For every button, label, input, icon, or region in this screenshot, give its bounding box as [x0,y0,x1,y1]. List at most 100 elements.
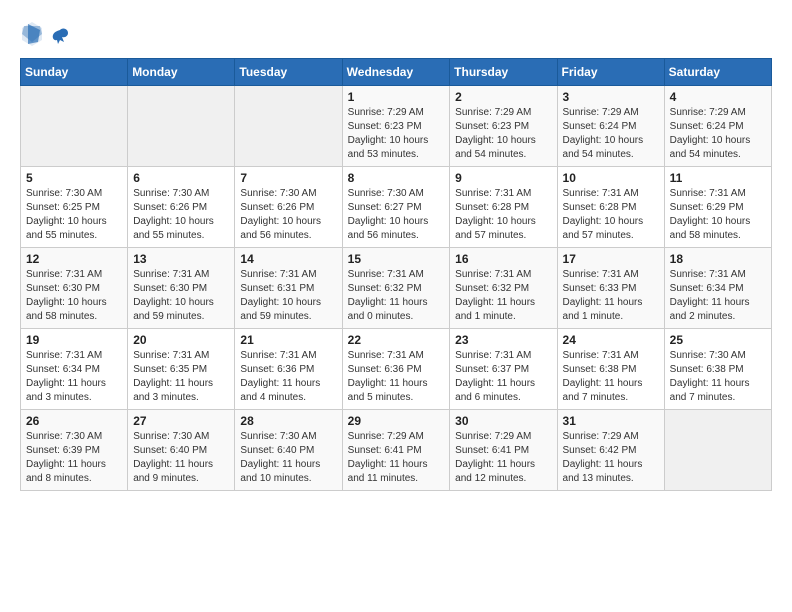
day-number: 12 [26,252,122,266]
day-number: 23 [455,333,551,347]
calendar-cell: 12 Sunrise: 7:31 AM Sunset: 6:30 PM Dayli… [21,248,128,329]
day-info: Sunrise: 7:31 AM Sunset: 6:28 PM Dayligh… [455,187,551,243]
calendar-cell: 2Sunrise: 7:29 AM Sunset: 6:23 PM Daylig… [450,86,557,167]
day-number: 20 [133,333,229,347]
day-number: 4 [670,90,766,104]
day-info: Sunrise: 7:30 AM Sunset: 6:40 PM Dayligh… [133,430,229,486]
day-info: Sunrise: 7:29 AM Sunset: 6:24 PM Dayligh… [563,106,659,162]
day-number: 29 [348,414,445,428]
day-info: Sunrise: 7:31 AM Sunset: 6:37 PM Dayligh… [455,349,551,405]
calendar-cell: 31 Sunrise: 7:29 AM Sunset: 6:42 PM Dayli… [557,410,664,491]
page-header [20,20,772,48]
day-info: Sunrise: 7:31 AM Sunset: 6:34 PM Dayligh… [26,349,122,405]
calendar-cell: 18Sunrise: 7:31 AM Sunset: 6:34 PM Dayli… [664,248,771,329]
week-row-4: 19 Sunrise: 7:31 AM Sunset: 6:34 PM Dayli… [21,329,772,410]
day-number: 19 [26,333,122,347]
calendar-cell: 28 Sunrise: 7:30 AM Sunset: 6:40 PM Dayli… [235,410,342,491]
day-info: Sunrise: 7:31 AM Sunset: 6:30 PM Dayligh… [133,268,229,324]
day-number: 14 [240,252,336,266]
day-number: 24 [563,333,659,347]
calendar-cell: 26 Sunrise: 7:30 AM Sunset: 6:39 PM Dayli… [21,410,128,491]
calendar-cell [21,86,128,167]
calendar-cell: 9 Sunrise: 7:31 AM Sunset: 6:28 PM Daylig… [450,167,557,248]
day-info: Sunrise: 7:30 AM Sunset: 6:39 PM Dayligh… [26,430,122,486]
day-info: Sunrise: 7:31 AM Sunset: 6:32 PM Dayligh… [455,268,551,324]
day-number: 18 [670,252,766,266]
weekday-header-thursday: Thursday [450,59,557,86]
day-info: Sunrise: 7:30 AM Sunset: 6:26 PM Dayligh… [133,187,229,243]
day-info: Sunrise: 7:31 AM Sunset: 6:28 PM Dayligh… [563,187,659,243]
calendar-cell: 30Sunrise: 7:29 AM Sunset: 6:41 PM Dayli… [450,410,557,491]
day-info: Sunrise: 7:31 AM Sunset: 6:33 PM Dayligh… [563,268,659,324]
weekday-header-friday: Friday [557,59,664,86]
week-row-2: 5 Sunrise: 7:30 AM Sunset: 6:25 PM Daylig… [21,167,772,248]
day-number: 25 [670,333,766,347]
logo-text [48,26,70,42]
day-info: Sunrise: 7:29 AM Sunset: 6:41 PM Dayligh… [348,430,445,486]
day-info: Sunrise: 7:30 AM Sunset: 6:26 PM Dayligh… [240,187,336,243]
calendar-cell: 20 Sunrise: 7:31 AM Sunset: 6:35 PM Dayli… [128,329,235,410]
calendar-cell: 23 Sunrise: 7:31 AM Sunset: 6:37 PM Dayli… [450,329,557,410]
day-info: Sunrise: 7:30 AM Sunset: 6:40 PM Dayligh… [240,430,336,486]
calendar-cell: 25 Sunrise: 7:30 AM Sunset: 6:38 PM Dayli… [664,329,771,410]
day-number: 27 [133,414,229,428]
calendar-cell: 29 Sunrise: 7:29 AM Sunset: 6:41 PM Dayli… [342,410,450,491]
calendar-cell: 5 Sunrise: 7:30 AM Sunset: 6:25 PM Daylig… [21,167,128,248]
calendar-cell [664,410,771,491]
day-number: 6 [133,171,229,185]
calendar-cell: 17 Sunrise: 7:31 AM Sunset: 6:33 PM Dayli… [557,248,664,329]
day-info: Sunrise: 7:31 AM Sunset: 6:29 PM Dayligh… [670,187,766,243]
calendar-cell: 21 Sunrise: 7:31 AM Sunset: 6:36 PM Dayli… [235,329,342,410]
day-number: 30 [455,414,551,428]
week-row-1: 1Sunrise: 7:29 AM Sunset: 6:23 PM Daylig… [21,86,772,167]
day-number: 28 [240,414,336,428]
day-number: 7 [240,171,336,185]
weekday-header-row: SundayMondayTuesdayWednesdayThursdayFrid… [21,59,772,86]
day-info: Sunrise: 7:29 AM Sunset: 6:42 PM Dayligh… [563,430,659,486]
calendar-cell: 27 Sunrise: 7:30 AM Sunset: 6:40 PM Dayli… [128,410,235,491]
day-number: 15 [348,252,445,266]
day-info: Sunrise: 7:29 AM Sunset: 6:23 PM Dayligh… [348,106,445,162]
logo-bird-icon [50,26,70,46]
day-info: Sunrise: 7:30 AM Sunset: 6:38 PM Dayligh… [670,349,766,405]
calendar-table: SundayMondayTuesdayWednesdayThursdayFrid… [20,58,772,491]
day-number: 21 [240,333,336,347]
week-row-3: 12 Sunrise: 7:31 AM Sunset: 6:30 PM Dayli… [21,248,772,329]
day-number: 13 [133,252,229,266]
day-number: 5 [26,171,122,185]
day-info: Sunrise: 7:29 AM Sunset: 6:24 PM Dayligh… [670,106,766,162]
day-number: 26 [26,414,122,428]
calendar-cell: 4 Sunrise: 7:29 AM Sunset: 6:24 PM Daylig… [664,86,771,167]
day-number: 10 [563,171,659,185]
day-number: 3 [563,90,659,104]
calendar-cell: 3 Sunrise: 7:29 AM Sunset: 6:24 PM Daylig… [557,86,664,167]
calendar-cell: 10 Sunrise: 7:31 AM Sunset: 6:28 PM Dayli… [557,167,664,248]
calendar-cell: 6 Sunrise: 7:30 AM Sunset: 6:26 PM Daylig… [128,167,235,248]
calendar-cell: 22Sunrise: 7:31 AM Sunset: 6:36 PM Dayli… [342,329,450,410]
day-info: Sunrise: 7:30 AM Sunset: 6:25 PM Dayligh… [26,187,122,243]
day-number: 17 [563,252,659,266]
day-number: 2 [455,90,551,104]
calendar-cell: 19 Sunrise: 7:31 AM Sunset: 6:34 PM Dayli… [21,329,128,410]
day-number: 9 [455,171,551,185]
calendar-cell: 1Sunrise: 7:29 AM Sunset: 6:23 PM Daylig… [342,86,450,167]
day-info: Sunrise: 7:31 AM Sunset: 6:32 PM Dayligh… [348,268,445,324]
logo-icon [20,20,44,48]
day-info: Sunrise: 7:31 AM Sunset: 6:35 PM Dayligh… [133,349,229,405]
day-number: 31 [563,414,659,428]
day-info: Sunrise: 7:31 AM Sunset: 6:30 PM Dayligh… [26,268,122,324]
day-number: 16 [455,252,551,266]
weekday-header-sunday: Sunday [21,59,128,86]
calendar-cell: 24 Sunrise: 7:31 AM Sunset: 6:38 PM Dayli… [557,329,664,410]
calendar-cell: 15 Sunrise: 7:31 AM Sunset: 6:32 PM Dayli… [342,248,450,329]
day-number: 8 [348,171,445,185]
day-info: Sunrise: 7:31 AM Sunset: 6:36 PM Dayligh… [240,349,336,405]
calendar-cell: 8Sunrise: 7:30 AM Sunset: 6:27 PM Daylig… [342,167,450,248]
day-info: Sunrise: 7:31 AM Sunset: 6:38 PM Dayligh… [563,349,659,405]
day-number: 11 [670,171,766,185]
calendar-cell: 14 Sunrise: 7:31 AM Sunset: 6:31 PM Dayli… [235,248,342,329]
calendar-cell [235,86,342,167]
day-info: Sunrise: 7:31 AM Sunset: 6:31 PM Dayligh… [240,268,336,324]
weekday-header-monday: Monday [128,59,235,86]
calendar-cell: 16 Sunrise: 7:31 AM Sunset: 6:32 PM Dayli… [450,248,557,329]
